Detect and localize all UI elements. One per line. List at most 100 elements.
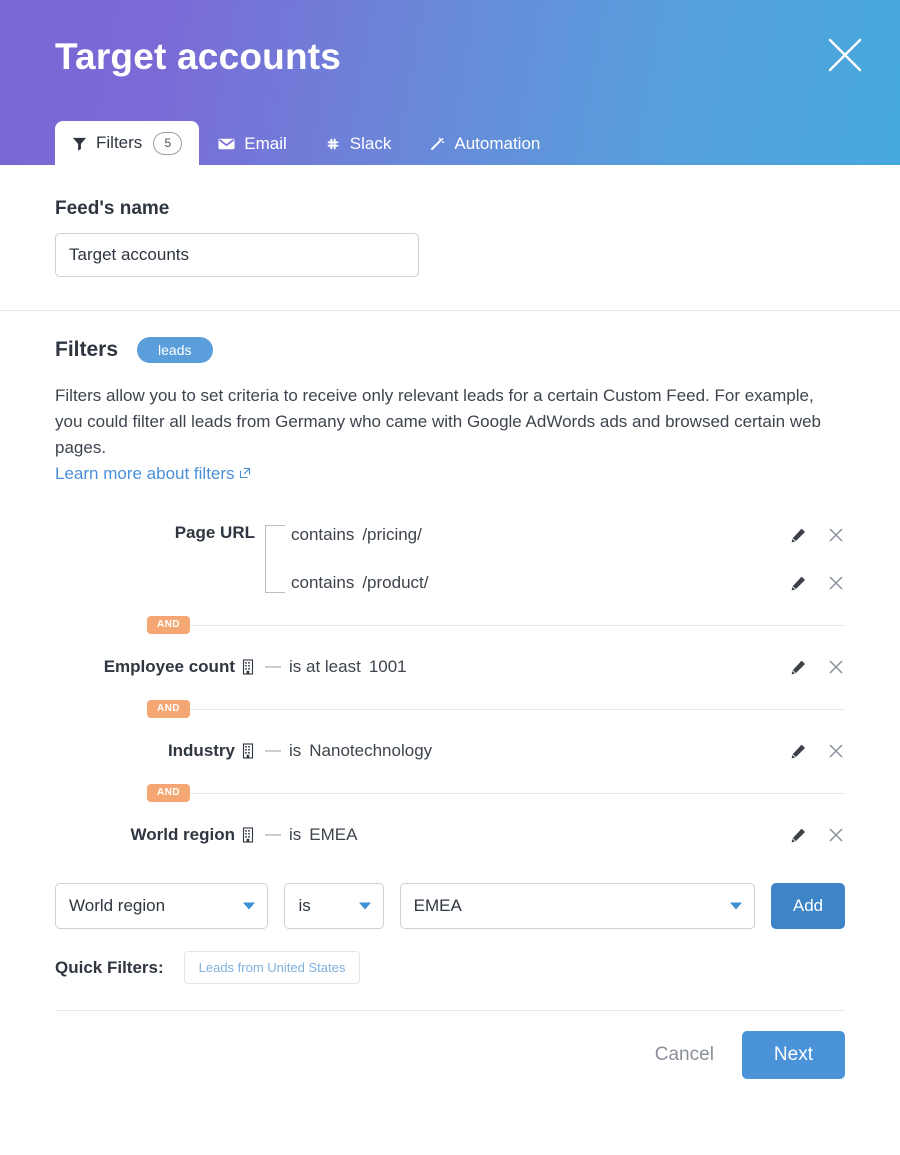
and-badge: AND [147, 784, 190, 802]
condition-actions [790, 526, 845, 544]
tab-slack[interactable]: Slack [306, 123, 411, 165]
filter-key: Employee count [55, 657, 255, 677]
condition-operator: is [289, 825, 301, 845]
chevron-down-icon [730, 903, 742, 910]
condition-value: /product/ [362, 573, 428, 593]
condition-actions [790, 742, 845, 760]
slack-icon [325, 136, 341, 152]
quick-filters-row: Quick Filters: Leads from United States [0, 951, 900, 984]
filter-key: World region [55, 825, 255, 845]
filters-title: Filters [55, 338, 118, 362]
bracket-arm [265, 525, 285, 526]
filter-group-key: Page URL [55, 511, 255, 607]
condition-value: Nanotechnology [309, 741, 432, 761]
filter-field-value: World region [69, 896, 165, 916]
condition-value: /pricing/ [362, 525, 422, 545]
filter-condition-row: World region — is EMEA [55, 811, 845, 859]
and-line [190, 709, 845, 710]
filters-list: Page URL contains/pricing/contains/produc… [55, 511, 845, 859]
close-icon[interactable] [827, 826, 845, 844]
quick-filter-button[interactable]: Leads from United States [184, 951, 361, 984]
and-line [190, 793, 845, 794]
filters-description-text: Filters allow you to set criteria to rec… [55, 386, 821, 457]
quick-filters-label: Quick Filters: [55, 958, 164, 978]
tab-email[interactable]: Email [199, 123, 306, 165]
and-badge: AND [147, 616, 190, 634]
close-icon[interactable] [827, 742, 845, 760]
filter-key: Industry [55, 741, 255, 761]
key-value-dash: — [265, 658, 281, 676]
filter-value-value: EMEA [414, 896, 462, 916]
filter-condition-row: contains/product/ [287, 559, 845, 607]
filters-scope-pill[interactable]: leads [137, 337, 212, 363]
building-icon [241, 659, 255, 675]
filters-heading-row: Filters leads [55, 337, 845, 363]
feed-name-section: Feed's name [0, 165, 900, 277]
building-icon [241, 827, 255, 843]
filters-description: Filters allow you to set criteria to rec… [55, 383, 845, 487]
condition-actions [790, 826, 845, 844]
group-bracket [265, 511, 287, 607]
dialog-footer: Cancel Next [0, 1011, 900, 1079]
feed-name-input[interactable] [55, 233, 419, 277]
and-badge: AND [147, 700, 190, 718]
close-icon[interactable] [827, 658, 845, 676]
tab-bar: Filters 5 Email Slack [55, 121, 559, 165]
filter-value-select[interactable]: EMEA [400, 883, 755, 929]
and-line [190, 625, 845, 626]
filter-field-select[interactable]: World region [55, 883, 268, 929]
condition-operator: contains [291, 525, 354, 545]
dialog-body: Feed's name Filters leads Filters allow … [0, 165, 900, 1079]
condition-value: EMEA [309, 825, 357, 845]
envelope-icon [218, 137, 235, 151]
close-icon[interactable] [827, 574, 845, 592]
key-value-dash: — [265, 826, 281, 844]
filter-condition-row: Employee count — is at least 1001 [55, 643, 845, 691]
tab-automation[interactable]: Automation [410, 123, 559, 165]
filter-operator-value: is [298, 896, 310, 916]
and-separator: AND [147, 607, 845, 643]
close-icon[interactable] [827, 526, 845, 544]
condition-actions [790, 658, 845, 676]
dialog-header: Target accounts Filters 5 Email [0, 0, 900, 165]
filter-conditions: contains/pricing/contains/product/ [287, 511, 845, 607]
building-icon [241, 743, 255, 759]
filter-condition-row: Industry — is Nanotechnology [55, 727, 845, 775]
filter-key-label: World region [130, 825, 235, 845]
pencil-icon[interactable] [790, 527, 807, 544]
pencil-icon[interactable] [790, 743, 807, 760]
filter-operator-select[interactable]: is [284, 883, 383, 929]
filter-group: Page URL contains/pricing/contains/produc… [55, 511, 845, 607]
bracket-arm [265, 592, 285, 593]
close-icon[interactable] [822, 32, 868, 78]
add-filter-button[interactable]: Add [771, 883, 845, 929]
magic-wand-icon [429, 136, 445, 152]
tab-email-label: Email [244, 134, 287, 154]
and-separator: AND [147, 691, 845, 727]
page-title: Target accounts [55, 36, 341, 78]
add-filter-row: World region is EMEA Add [0, 883, 900, 929]
funnel-icon [72, 136, 87, 151]
tab-filters[interactable]: Filters 5 [55, 121, 199, 165]
pencil-icon[interactable] [790, 575, 807, 592]
condition-operator: contains [291, 573, 354, 593]
feed-name-label: Feed's name [55, 198, 845, 220]
chevron-down-icon [243, 903, 255, 910]
learn-more-link[interactable]: Learn more about filters [55, 461, 251, 487]
filter-key-label: Industry [168, 741, 235, 761]
condition-operator: is at least [289, 657, 361, 677]
filters-section: Filters leads Filters allow you to set c… [0, 311, 900, 859]
tab-automation-label: Automation [454, 134, 540, 154]
condition-actions [790, 574, 845, 592]
pencil-icon[interactable] [790, 659, 807, 676]
filter-condition-row: contains/pricing/ [287, 511, 845, 559]
condition-operator: is [289, 741, 301, 761]
external-link-icon [239, 461, 251, 487]
next-button[interactable]: Next [742, 1031, 845, 1079]
tab-slack-label: Slack [350, 134, 392, 154]
pencil-icon[interactable] [790, 827, 807, 844]
condition-value: 1001 [369, 657, 407, 677]
tab-filters-badge: 5 [153, 132, 182, 155]
key-value-dash: — [265, 742, 281, 760]
cancel-button[interactable]: Cancel [649, 1036, 720, 1074]
